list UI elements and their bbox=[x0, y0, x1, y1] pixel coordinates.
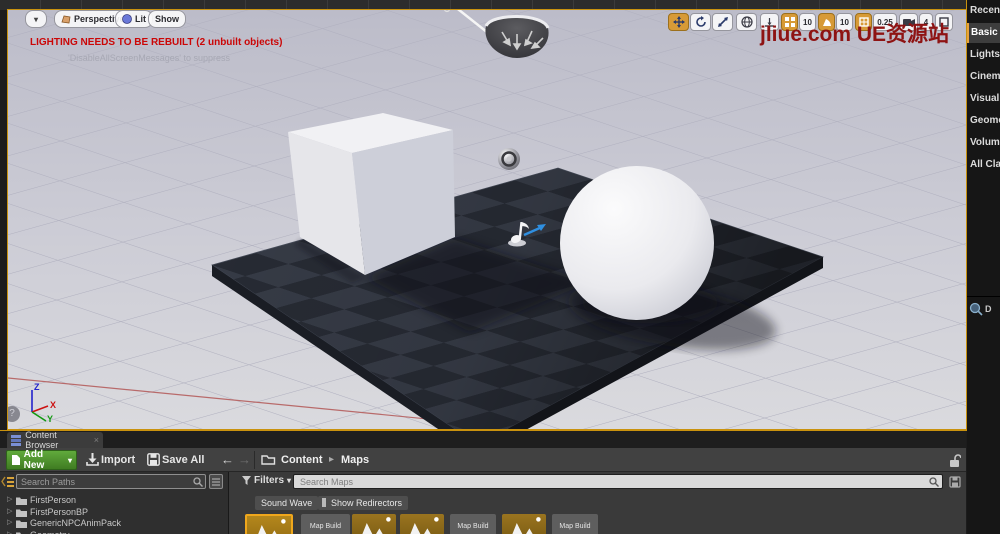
expand-arrow-icon[interactable]: ▷ bbox=[7, 530, 12, 534]
chevron-down-icon: ▾ bbox=[34, 15, 38, 24]
sphere-mesh[interactable] bbox=[560, 166, 714, 320]
folder-icon bbox=[16, 496, 27, 505]
expand-arrow-icon[interactable]: ▷ bbox=[7, 507, 12, 515]
details-hint-text: D bbox=[985, 304, 992, 314]
chevron-down-icon: ▾ bbox=[287, 476, 291, 485]
viewport-3d[interactable]: ▾ Perspective Lit Show LIGHTING NEEDS TO… bbox=[8, 10, 966, 429]
globe-icon bbox=[741, 16, 753, 28]
map-thumbnail-icon bbox=[247, 516, 291, 534]
show-menu-button[interactable]: Show bbox=[148, 10, 186, 28]
chip-toggle-bar bbox=[322, 498, 326, 507]
lighting-warning: LIGHTING NEEDS TO BE REBUILT (2 unbuilt … bbox=[30, 37, 282, 48]
lock-icon[interactable] bbox=[949, 453, 961, 468]
sources-pane: Search Paths ▷ FirstPerson ▷ FirstPerson… bbox=[0, 472, 228, 534]
folder-row-firstperson[interactable]: ▷ FirstPerson bbox=[0, 495, 228, 506]
scale-tool-button[interactable] bbox=[712, 13, 733, 31]
place-actors-panel: Recently Placed Basic Lights Cinematic V… bbox=[967, 0, 1000, 534]
scale-icon bbox=[717, 16, 729, 28]
axis-gizmo: Z X Y bbox=[14, 376, 58, 422]
asset-tile-map-build[interactable]: Map Build bbox=[450, 514, 496, 534]
rotate-icon bbox=[695, 16, 707, 28]
search-assets-input[interactable]: Search Maps bbox=[293, 474, 943, 489]
folder-row-geometry[interactable]: ▷ Geometry bbox=[0, 530, 228, 534]
lit-sphere-icon bbox=[122, 14, 132, 24]
axis-x-label: X bbox=[50, 400, 56, 410]
asset-tile-map[interactable] bbox=[502, 514, 546, 534]
asset-tile-map-build[interactable]: Map Build bbox=[552, 514, 598, 534]
watermark: jliue.com UE资源站 bbox=[760, 18, 949, 48]
move-icon bbox=[673, 16, 685, 28]
folder-row-genericnpcanimpack[interactable]: ▷ GenericNPCAnimPack bbox=[0, 518, 228, 529]
details-search-icon[interactable] bbox=[969, 302, 983, 316]
folder-row-firstpersonbp[interactable]: ▷ FirstPersonBP bbox=[0, 507, 228, 518]
place-tab-geometry[interactable]: Geometry bbox=[967, 111, 1000, 131]
asset-tile-map[interactable] bbox=[352, 514, 396, 534]
unreal-editor-window: ▾ Perspective Lit Show LIGHTING NEEDS TO… bbox=[0, 0, 1000, 534]
assets-pane: Filters ▾ Search Maps Sound Wave Show Re… bbox=[229, 472, 966, 534]
save-search-icon[interactable] bbox=[949, 476, 961, 488]
translate-tool-button[interactable] bbox=[668, 13, 689, 31]
new-asset-icon bbox=[11, 454, 21, 466]
content-browser-panel: Content Browser × Add New ▾ Import Save … bbox=[0, 430, 966, 534]
back-button[interactable]: ← bbox=[221, 452, 234, 467]
asset-tile-map[interactable] bbox=[400, 514, 444, 534]
filters-button[interactable]: Filters ▾ bbox=[242, 475, 291, 486]
place-tab-cinematic[interactable]: Cinematic bbox=[967, 67, 1000, 87]
asset-tile-map-build[interactable]: Map Build bbox=[301, 514, 350, 534]
content-browser-tabstrip: Content Browser × bbox=[0, 431, 966, 448]
filter-chip-show-redirectors[interactable]: Show Redirectors bbox=[318, 496, 408, 510]
filter-funnel-icon bbox=[242, 476, 251, 485]
list-view-icon bbox=[210, 475, 222, 488]
sources-toggle-icon[interactable] bbox=[1, 475, 14, 488]
folder-icon bbox=[16, 531, 27, 534]
expand-arrow-icon[interactable]: ▷ bbox=[7, 518, 12, 526]
expand-arrow-icon[interactable]: ▷ bbox=[7, 495, 12, 503]
add-new-button[interactable]: Add New ▾ bbox=[6, 450, 77, 470]
suppress-hint: 'DisableAllScreenMessages' to suppress bbox=[68, 53, 230, 63]
folder-icon bbox=[16, 508, 27, 517]
breadcrumb-maps[interactable]: Maps bbox=[341, 454, 369, 466]
import-button[interactable]: Import bbox=[101, 454, 135, 466]
folder-open-icon bbox=[261, 453, 276, 465]
viewport-options-dropdown[interactable]: ▾ bbox=[25, 10, 47, 28]
place-tab-all-classes[interactable]: All Classes bbox=[967, 155, 1000, 175]
forward-button[interactable]: → bbox=[238, 452, 251, 467]
search-icon bbox=[929, 477, 939, 487]
import-icon bbox=[86, 453, 99, 466]
place-tab-visual-effects[interactable]: Visual Effects bbox=[967, 89, 1000, 109]
map-thumbnail-icon bbox=[400, 514, 444, 534]
asset-tile-map-selected[interactable] bbox=[245, 514, 293, 534]
place-tab-volumes[interactable]: Volumes bbox=[967, 133, 1000, 153]
search-icon bbox=[193, 477, 203, 487]
right-panel-divider bbox=[967, 296, 1000, 297]
world-local-toggle[interactable] bbox=[736, 13, 757, 31]
scene-canvas bbox=[8, 10, 966, 429]
close-icon[interactable]: × bbox=[94, 435, 99, 445]
breadcrumb-separator: ▸ bbox=[329, 454, 334, 465]
folder-icon bbox=[16, 519, 27, 528]
breadcrumb-content[interactable]: Content bbox=[281, 454, 323, 466]
view-options-button[interactable] bbox=[209, 474, 223, 489]
content-browser-tab[interactable]: Content Browser × bbox=[7, 432, 103, 448]
content-browser-icon bbox=[11, 435, 21, 446]
place-tab-basic[interactable]: Basic bbox=[967, 23, 1000, 43]
perspective-icon bbox=[61, 15, 71, 24]
chevron-down-icon: ▾ bbox=[68, 456, 72, 465]
map-thumbnail-icon bbox=[352, 514, 396, 534]
place-tab-lights[interactable]: Lights bbox=[967, 45, 1000, 65]
axis-z-label: Z bbox=[34, 382, 40, 392]
filter-chip-sound-wave[interactable]: Sound Wave bbox=[255, 496, 318, 510]
axis-y-label: Y bbox=[47, 414, 53, 422]
speaker-ball-gizmo[interactable] bbox=[498, 148, 520, 170]
map-thumbnail-icon bbox=[502, 514, 546, 534]
main-toolbar-strip bbox=[0, 0, 966, 10]
toolbar-divider bbox=[254, 451, 255, 469]
search-paths-input[interactable]: Search Paths bbox=[16, 474, 206, 489]
rotate-tool-button[interactable] bbox=[690, 13, 711, 31]
save-all-button[interactable]: Save All bbox=[162, 454, 204, 466]
content-browser-toolbar: Add New ▾ Import Save All ← → Content ▸ bbox=[0, 448, 966, 472]
place-tab-recently-placed[interactable]: Recently Placed bbox=[967, 1, 1000, 21]
save-all-icon bbox=[147, 453, 160, 466]
